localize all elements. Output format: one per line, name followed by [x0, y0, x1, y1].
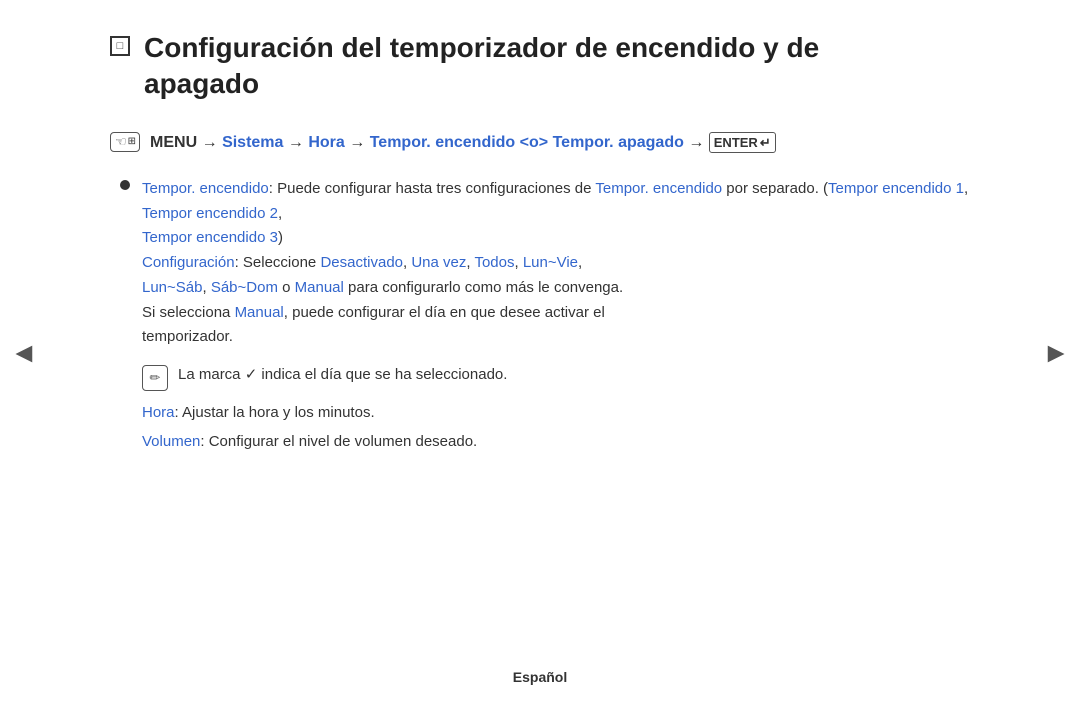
page-container: □ Configuración del temporizador de ence… — [0, 0, 1080, 705]
text11: , — [202, 279, 210, 296]
note-content: La marca ✓ indica el día que se ha selec… — [178, 366, 507, 383]
tempor-encendido-label: Tempor. encendido — [142, 180, 269, 197]
manual: Manual — [295, 279, 344, 296]
grid-icon: ⊞ — [128, 136, 135, 147]
desactivado: Desactivado — [320, 254, 403, 271]
una-vez: Una vez — [411, 254, 466, 271]
title-row: □ Configuración del temporizador de ence… — [110, 30, 970, 103]
bullet-dot — [120, 180, 130, 190]
hora-text: : Ajustar la hora y los minutos. — [175, 404, 375, 421]
manual2: Manual — [235, 304, 284, 321]
text6: : Seleccione — [235, 254, 321, 271]
tempor-apagado-link: Tempor. apagado — [553, 134, 684, 151]
text9: , — [514, 254, 522, 271]
todos: Todos — [474, 254, 514, 271]
enter-icon: ENTER ↵ — [709, 132, 776, 154]
enter-arrow: ↵ — [760, 133, 771, 153]
sab-dom: Sáb~Dom — [211, 279, 278, 296]
hora-link: Hora — [308, 134, 344, 151]
volumen-line: Volumen: Configurar el nivel de volumen … — [142, 430, 970, 455]
tempor-encendido-link: Tempor. encendido — [370, 134, 516, 151]
separator-o: <o> — [520, 134, 548, 151]
text10: , — [578, 254, 582, 271]
hand-icon: ☜ — [115, 134, 127, 150]
enter-label: ENTER — [714, 133, 758, 153]
footer: Español — [0, 669, 1080, 685]
text12: o — [278, 279, 295, 296]
lun-vie: Lun~Vie — [523, 254, 578, 271]
sistema-link: Sistema — [222, 134, 283, 151]
text4: , — [278, 205, 282, 222]
hora-label: Hora — [142, 404, 175, 421]
menu-label: MENU — [150, 134, 197, 151]
tempor1: Tempor encendido 1 — [828, 180, 964, 197]
tempor3: Tempor encendido 3 — [142, 229, 278, 246]
pencil-icon: ✏ — [150, 367, 161, 388]
volumen-text: : Configurar el nivel de volumen deseado… — [200, 433, 477, 450]
text14: Si selecciona — [142, 304, 235, 321]
lun-sab: Lun~Sáb — [142, 279, 202, 296]
content-area: □ Configuración del temporizador de ence… — [80, 30, 1000, 455]
content-body: Tempor. encendido: Puede configurar hast… — [110, 177, 970, 455]
bullet-content: Tempor. encendido: Puede configurar hast… — [142, 177, 970, 455]
text3: , — [964, 180, 968, 197]
checkbox-icon: □ — [110, 36, 130, 56]
menu-path-text: MENU → Sistema → Hora → Tempor. encendid… — [150, 131, 776, 155]
text16: temporizador. — [142, 328, 233, 345]
text15: , puede configurar el día en que desee a… — [284, 304, 605, 321]
text2: por separado. ( — [722, 180, 828, 197]
tempor-encendido2: Tempor. encendido — [595, 180, 722, 197]
tempor2: Tempor encendido 2 — [142, 205, 278, 222]
footer-text: Español — [513, 669, 567, 685]
note-row: ✏ La marca ✓ indica el día que se ha sel… — [142, 364, 970, 391]
text5: ) — [278, 229, 283, 246]
bullet-section: Tempor. encendido: Puede configurar hast… — [120, 177, 970, 455]
text1: : Puede configurar hasta tres configurac… — [269, 180, 596, 197]
text13: para configurarlo como más le convenga. — [344, 279, 623, 296]
page-title: Configuración del temporizador de encend… — [144, 30, 819, 103]
note-icon: ✏ — [142, 365, 168, 391]
menu-icon: ☜ ⊞ — [110, 132, 140, 152]
note-text: La marca ✓ indica el día que se ha selec… — [178, 364, 507, 387]
menu-path-row: ☜ ⊞ MENU → Sistema → Hora → Tempor. ence… — [110, 131, 970, 155]
volumen-label: Volumen — [142, 433, 200, 450]
configuracion-label: Configuración — [142, 254, 235, 271]
hora-line: Hora: Ajustar la hora y los minutos. — [142, 401, 970, 426]
